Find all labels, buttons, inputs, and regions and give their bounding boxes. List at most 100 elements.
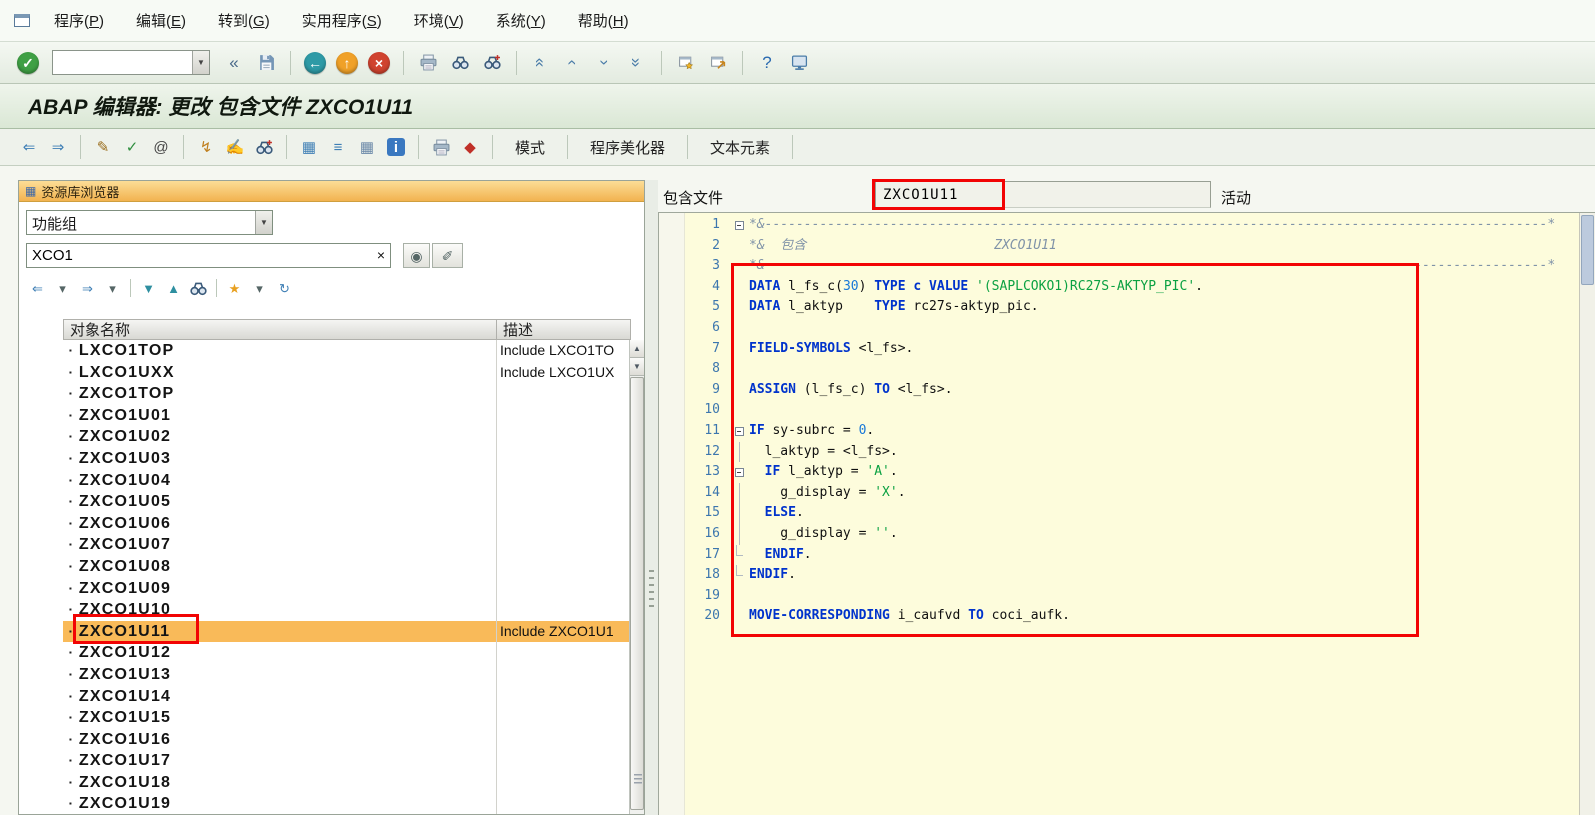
save-icon[interactable] bbox=[252, 49, 280, 77]
code-line-12[interactable]: 12 l_aktyp = <l_fs>. bbox=[685, 441, 1579, 463]
info-icon[interactable]: i bbox=[383, 134, 409, 160]
object-row-ZXCO1U15[interactable]: ▪ ZXCO1U15 bbox=[19, 707, 631, 729]
runtime-analysis-icon[interactable]: ◆ bbox=[457, 134, 483, 160]
command-field[interactable]: ▼ bbox=[52, 50, 210, 75]
sort-ascending-icon[interactable]: ▲ bbox=[162, 277, 185, 299]
page-down-icon[interactable]: › bbox=[591, 49, 619, 77]
object-row-ZXCO1U08[interactable]: ▪ ZXCO1U08 bbox=[19, 555, 631, 578]
object-row-ZXCO1U13[interactable]: ▪ ZXCO1U13 bbox=[19, 663, 631, 686]
page-up-icon[interactable]: ‹ bbox=[559, 49, 587, 77]
pattern-tree-icon[interactable]: ▦ bbox=[296, 134, 322, 160]
code-line-18[interactable]: 18 ENDIF. bbox=[685, 565, 1579, 586]
activate-icon[interactable]: @ bbox=[148, 134, 174, 160]
editor-scrollbar-thumb[interactable] bbox=[1581, 215, 1594, 285]
menu-item-Y[interactable]: 系统(Y) bbox=[494, 10, 548, 33]
object-row-LXCO1UXX[interactable]: ▪ LXCO1UXX Include LXCO1UX bbox=[19, 361, 631, 384]
sap-window-icon[interactable] bbox=[14, 14, 30, 27]
panel-splitter[interactable] bbox=[645, 180, 658, 815]
object-row-ZXCO1U16[interactable]: ▪ ZXCO1U16 bbox=[19, 728, 631, 751]
code-line-11[interactable]: 11 IF sy-subrc = 0. bbox=[685, 421, 1579, 442]
layout-menu-icon[interactable] bbox=[785, 49, 813, 77]
align-icon[interactable]: ≡ bbox=[325, 134, 351, 160]
chevron-down-icon[interactable]: ▼ bbox=[255, 211, 272, 234]
table-display-icon[interactable]: ▦ bbox=[354, 134, 380, 160]
favorites-menu-icon[interactable]: ▾ bbox=[248, 277, 271, 299]
object-row-ZXCO1U05[interactable]: ▪ ZXCO1U05 bbox=[19, 491, 631, 513]
menu-item-V[interactable]: 环境(V) bbox=[412, 10, 466, 33]
menu-item-P[interactable]: 程序(P) bbox=[52, 10, 106, 33]
command-field-value[interactable] bbox=[53, 51, 192, 74]
code-line-6[interactable]: 6 bbox=[685, 318, 1579, 339]
code-line-20[interactable]: 20 MOVE-CORRESPONDING i_caufvd TO coci_au… bbox=[685, 606, 1579, 627]
find-icon[interactable] bbox=[187, 277, 210, 299]
display-change-icon[interactable]: ✎ bbox=[90, 134, 116, 160]
code-line-19[interactable]: 19 bbox=[685, 586, 1579, 607]
object-row-ZXCO1U06[interactable]: ▪ ZXCO1U06 bbox=[19, 512, 631, 535]
object-row-ZXCO1U02[interactable]: ▪ ZXCO1U02 bbox=[19, 426, 631, 448]
column-header-description[interactable]: 描述 bbox=[496, 319, 631, 340]
fold-toggle-icon[interactable] bbox=[734, 426, 744, 436]
object-row-ZXCO1TOP[interactable]: ▪ ZXCO1TOP bbox=[19, 383, 631, 405]
object-row-ZXCO1U18[interactable]: ▪ ZXCO1U18 bbox=[19, 771, 631, 794]
object-row-ZXCO1U04[interactable]: ▪ ZXCO1U04 bbox=[19, 469, 631, 492]
fold-toggle-icon[interactable] bbox=[734, 220, 744, 230]
history-back-menu-icon[interactable]: ▾ bbox=[51, 277, 74, 299]
object-row-ZXCO1U14[interactable]: ▪ ZXCO1U14 bbox=[19, 685, 631, 708]
first-page-icon[interactable]: « bbox=[527, 49, 555, 77]
code-line-17[interactable]: 17 ENDIF. bbox=[685, 544, 1579, 566]
cancel-icon[interactable]: × bbox=[365, 49, 393, 77]
editor-scrollbar[interactable] bbox=[1579, 213, 1595, 815]
include-file-field[interactable]: ZXCO1U11 bbox=[875, 181, 1211, 208]
fold-toggle-icon[interactable] bbox=[734, 467, 744, 477]
favorites-icon[interactable]: ★ bbox=[223, 277, 246, 299]
object-row-ZXCO1U03[interactable]: ▪ ZXCO1U03 bbox=[19, 447, 631, 470]
code-line-16[interactable]: 16 g_display = ''. bbox=[685, 523, 1579, 545]
menu-item-G[interactable]: 转到(G) bbox=[216, 10, 272, 33]
collapse-command-icon[interactable]: « bbox=[220, 49, 248, 77]
code-line-10[interactable]: 10 bbox=[685, 400, 1579, 421]
code-line-13[interactable]: 13 IF l_aktyp = 'A'. bbox=[685, 462, 1579, 483]
search-options-icon[interactable]: ✐ bbox=[432, 243, 463, 268]
code-line-4[interactable]: 4 DATA l_fs_c(30) TYPE c VALUE '(SAPLCOKO… bbox=[685, 277, 1579, 298]
splitter-grip-icon[interactable] bbox=[649, 570, 654, 608]
object-row-ZXCO1U07[interactable]: ▪ ZXCO1U07 bbox=[19, 534, 631, 556]
enter-icon[interactable]: ✓ bbox=[14, 49, 42, 77]
print-preview-icon[interactable] bbox=[428, 134, 454, 160]
scrollbar-thumb[interactable] bbox=[630, 377, 644, 810]
text-elements-button[interactable]: 文本元素 bbox=[697, 134, 783, 160]
back-icon[interactable]: ← bbox=[301, 49, 329, 77]
menu-item-E[interactable]: 编辑(E) bbox=[134, 10, 188, 33]
forward-arrow-icon[interactable]: ⇒ bbox=[45, 134, 71, 160]
help-icon[interactable]: ? bbox=[753, 49, 781, 77]
object-row-ZXCO1U09[interactable]: ▪ ZXCO1U09 bbox=[19, 577, 631, 600]
search-help-icon[interactable]: ◉ bbox=[403, 243, 430, 268]
object-list-scrollbar[interactable]: ▲ ▼ bbox=[629, 340, 644, 814]
history-forward-menu-icon[interactable]: ▾ bbox=[101, 277, 124, 299]
test-icon[interactable]: ↯ bbox=[193, 134, 219, 160]
code-line-14[interactable]: 14 g_display = 'X'. bbox=[685, 482, 1579, 504]
sort-descending-icon[interactable]: ▼ bbox=[137, 277, 160, 299]
code-line-15[interactable]: 15 ELSE. bbox=[685, 503, 1579, 524]
code-line-5[interactable]: 5 DATA l_aktyp TYPE rc27s-aktyp_pic. bbox=[685, 297, 1579, 318]
new-session-icon[interactable] bbox=[672, 49, 700, 77]
last-page-icon[interactable]: » bbox=[623, 49, 651, 77]
exit-icon[interactable]: ↑ bbox=[333, 49, 361, 77]
code-line-2[interactable]: 2 *& 包含 ZXCO1U11 bbox=[685, 236, 1579, 257]
object-row-ZXCO1U19[interactable]: ▪ ZXCO1U19 bbox=[19, 793, 631, 814]
scroll-up-icon[interactable]: ▲ bbox=[630, 340, 644, 358]
object-row-ZXCO1U12[interactable]: ▪ ZXCO1U12 bbox=[19, 642, 631, 664]
object-row-ZXCO1U17[interactable]: ▪ ZXCO1U17 bbox=[19, 750, 631, 772]
syntax-check-icon[interactable]: ✓ bbox=[119, 134, 145, 160]
clear-search-icon[interactable]: × bbox=[377, 247, 385, 263]
find-next-icon[interactable] bbox=[478, 49, 506, 77]
code-line-9[interactable]: 9 ASSIGN (l_fs_c) TO <l_fs>. bbox=[685, 380, 1579, 401]
code-line-3[interactable]: 3 *&-------------------------------------… bbox=[685, 256, 1579, 277]
pattern-button[interactable]: 模式 bbox=[502, 134, 558, 160]
pretty-printer-button[interactable]: 程序美化器 bbox=[577, 134, 678, 160]
history-back-icon[interactable]: ⇐ bbox=[26, 277, 49, 299]
back-arrow-icon[interactable]: ⇐ bbox=[16, 134, 42, 160]
create-shortcut-icon[interactable] bbox=[704, 49, 732, 77]
where-used-icon[interactable]: ✍ bbox=[222, 134, 248, 160]
code-line-8[interactable]: 8 bbox=[685, 359, 1579, 380]
object-type-select[interactable]: 功能组 ▼ bbox=[26, 210, 273, 235]
